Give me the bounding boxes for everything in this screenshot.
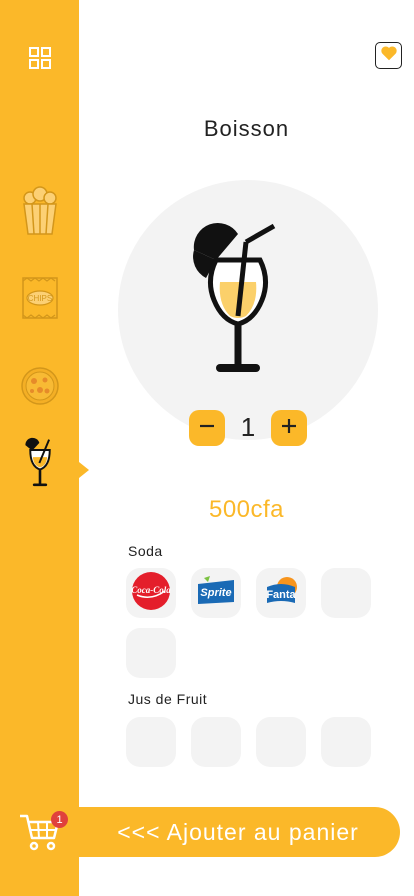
sidebar-item-popcorn[interactable] [17,185,63,241]
shopping-cart-icon [18,814,62,856]
increase-quantity-button[interactable] [271,410,307,446]
cocktail-product-image [188,220,288,380]
heart-icon [380,45,398,66]
sidebar-item-boisson[interactable] [17,437,63,490]
juice-option-empty[interactable] [321,717,371,767]
soda-option-sprite[interactable]: Sprite [191,568,241,618]
category-sidebar: CHIPS [0,0,79,896]
juice-section-label: Jus de Fruit [128,691,208,707]
fanta-logo: Fanta [261,573,301,614]
svg-text:Fanta: Fanta [266,589,296,601]
add-to-cart-button[interactable]: <<< Ajouter au panier [76,807,400,857]
cart-count-badge: 1 [51,811,68,828]
grid-menu-icon[interactable] [28,46,52,70]
product-price: 500cfa [208,496,285,523]
product-title: Boisson [203,116,290,141]
popcorn-icon [20,185,60,241]
juice-option-empty[interactable] [126,717,176,767]
soda-option-coca-cola[interactable]: Coca-Cola [126,568,176,618]
sprite-logo: Sprite [194,574,238,613]
decrease-quantity-button[interactable] [189,410,225,446]
quantity-value: 1 [240,412,256,442]
coca-cola-logo: Coca-Cola [131,571,171,616]
soda-option-empty[interactable] [126,628,176,678]
plus-icon [280,417,298,440]
chips-icon: CHIPS [20,275,60,326]
svg-text:Sprite: Sprite [200,587,231,599]
soda-option-fanta[interactable]: Fanta [256,568,306,618]
minus-icon [198,417,216,440]
juice-option-empty[interactable] [256,717,306,767]
sidebar-item-chips[interactable]: CHIPS [17,275,63,325]
active-category-indicator [79,462,89,478]
sidebar-item-pizza[interactable] [17,363,63,413]
pizza-icon [20,366,60,411]
svg-text:CHIPS: CHIPS [28,294,52,303]
soda-section-label: Soda [128,543,163,559]
cocktail-icon [23,437,57,494]
svg-text:Coca-Cola: Coca-Cola [131,585,171,595]
favorite-button[interactable] [375,42,402,69]
juice-option-empty[interactable] [191,717,241,767]
soda-option-empty[interactable] [321,568,371,618]
